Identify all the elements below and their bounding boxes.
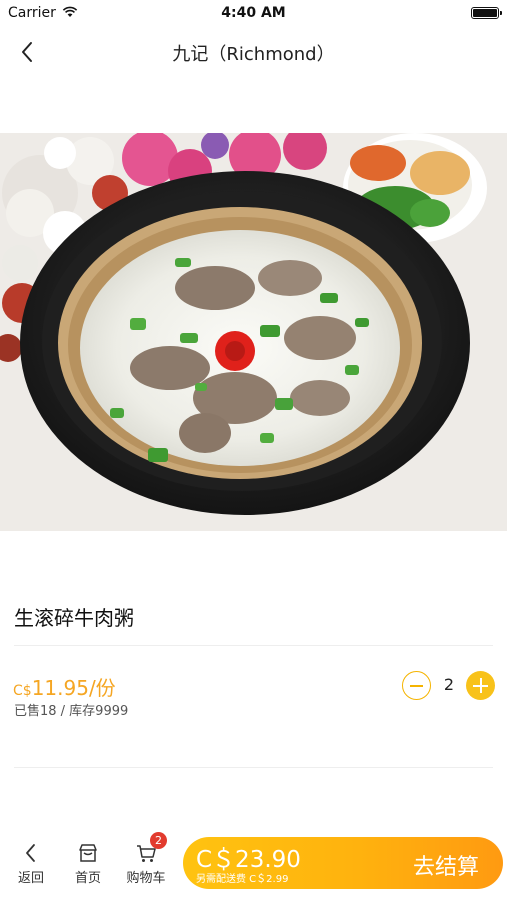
divider <box>14 645 493 646</box>
plus-icon[interactable] <box>466 671 495 700</box>
product-price: C$11.95/份 <box>13 672 116 701</box>
back-chevron-icon <box>26 844 35 862</box>
tab-home[interactable]: 首页 <box>63 842 113 890</box>
status-bar: Carrier 4:40 AM <box>0 0 507 28</box>
quantity-value: 2 <box>443 675 455 694</box>
checkout-button[interactable]: 去结算 <box>413 849 479 881</box>
bottom-bar: 返回 首页 购物车 2 C＄23.90 另需配送费 C＄2.99 去结算 <box>0 830 507 900</box>
minus-icon[interactable] <box>402 671 431 700</box>
price-currency: C$ <box>13 683 32 699</box>
order-total: C＄23.90 <box>196 847 301 873</box>
price-value: 11.95/份 <box>31 676 116 700</box>
tab-home-label: 首页 <box>74 871 101 886</box>
tab-cart[interactable]: 购物车 2 <box>121 832 171 890</box>
product-name: 生滚碎牛肉粥 <box>14 606 134 630</box>
sales-stock: 已售18 / 库存9999 <box>14 704 129 719</box>
nav-bar: 九记（Richmond） <box>0 28 507 76</box>
quantity-stepper: 2 <box>402 671 496 701</box>
back-chevron-icon[interactable] <box>16 38 40 66</box>
store-icon <box>79 844 97 862</box>
divider <box>14 767 493 768</box>
tab-cart-label: 购物车 <box>126 871 166 886</box>
product-image <box>0 133 507 531</box>
cart-count-badge: 2 <box>150 832 167 849</box>
checkout-bar[interactable]: C＄23.90 另需配送费 C＄2.99 去结算 <box>183 837 503 889</box>
page-title: 九记（Richmond） <box>172 44 335 65</box>
congee-photo <box>0 133 507 531</box>
tab-back-label: 返回 <box>17 871 44 886</box>
delivery-fee-note: 另需配送费 C＄2.99 <box>196 874 289 885</box>
clock: 4:40 AM <box>221 5 286 21</box>
tab-back[interactable]: 返回 <box>6 842 56 890</box>
battery-icon <box>471 7 502 19</box>
